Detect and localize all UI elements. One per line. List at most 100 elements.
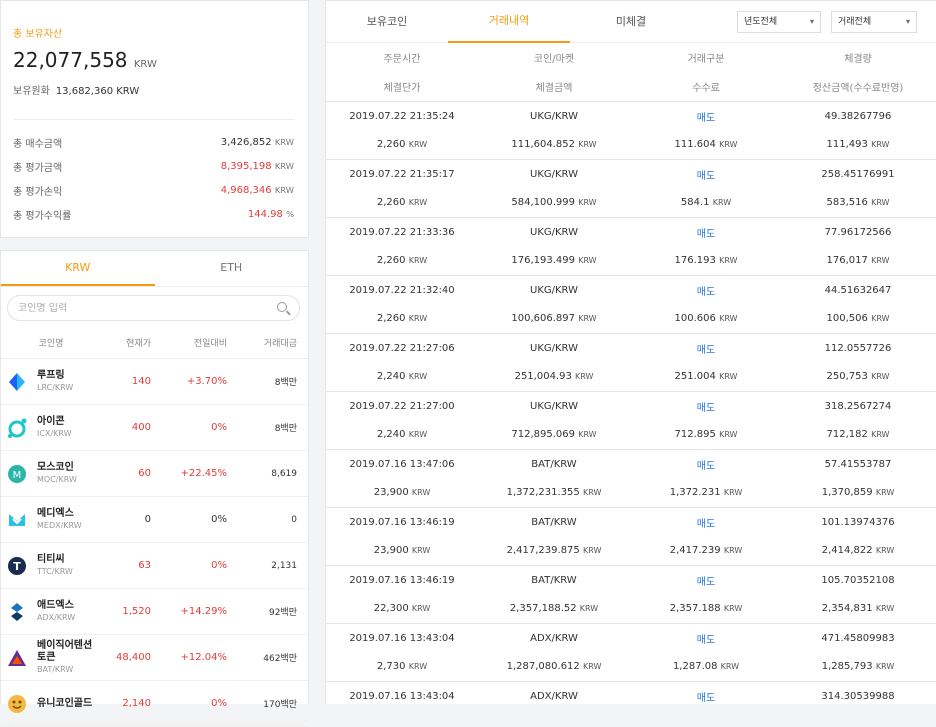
- trade-pair: BAT/KRW: [531, 458, 577, 470]
- trade-amount: 584,100.999 KRW: [478, 197, 630, 208]
- type-filter-select[interactable]: 거래전체: [831, 11, 917, 33]
- trade-settlement-unit: KRW: [875, 662, 895, 671]
- trade-qty: 471.45809983: [821, 632, 895, 644]
- trade-row-top[interactable]: 2019.07.22 21:35:24 UKG/KRW 매도 49.38267796: [326, 101, 936, 130]
- tab-eth[interactable]: ETH: [155, 251, 309, 286]
- trade-row-top[interactable]: 2019.07.22 21:27:06 UKG/KRW 매도 112.0557726: [326, 333, 936, 362]
- trade-fee-value: 176.193: [674, 255, 716, 266]
- trade-row-bottom[interactable]: 2,260 KRW 111,604.852 KRW 111.604 KRW 111,4…: [326, 130, 936, 159]
- coin-search-input[interactable]: [18, 302, 248, 314]
- col-fee: 수수료: [692, 83, 720, 94]
- trade-fee-unit: KRW: [719, 314, 738, 323]
- coin-row[interactable]: 루프링 LRC/KRW 140 +3.70% 8백만: [1, 359, 308, 405]
- coin-row[interactable]: M 모스코인 MOC/KRW 60 +22.45% 8,619: [1, 451, 308, 497]
- trade-row-top[interactable]: 2019.07.22 21:35:17 UKG/KRW 매도 258.45176991: [326, 159, 936, 188]
- year-filter-select[interactable]: 년도전체: [737, 11, 821, 33]
- trade-row-bottom[interactable]: 2,730 KRW 1,287,080.612 KRW 1,287.08 KRW 1,…: [326, 652, 936, 681]
- trade-price-unit: KRW: [408, 140, 428, 149]
- trade-price: 23,900 KRW: [326, 545, 478, 556]
- trade-row-bottom[interactable]: 22,300 KRW 2,357,188.52 KRW 2,357.188 KRW 2…: [326, 594, 936, 623]
- trade-fee-unit: KRW: [719, 372, 738, 381]
- trade-fee: 176.193 KRW: [630, 255, 782, 266]
- col-change[interactable]: 전일대비: [151, 336, 227, 349]
- coin-row[interactable]: 메디엑스 MEDX/KRW 0 0% 0: [1, 497, 308, 543]
- trade-row-top[interactable]: 2019.07.16 13:46:19 BAT/KRW 매도 101.13974376: [326, 507, 936, 536]
- trade-settlement: 2,414,822 KRW: [782, 545, 934, 556]
- trade-price: 2,260 KRW: [326, 313, 478, 324]
- trade-amount-value: 712,895.069: [511, 429, 576, 440]
- trade-row-bottom[interactable]: 2,240 KRW 251,004.93 KRW 251.004 KRW 250,75…: [326, 362, 936, 391]
- coin-row[interactable]: 애드엑스 ADX/KRW 1,520 +14.29% 92백만: [1, 589, 308, 635]
- trade-row-top[interactable]: 2019.07.22 21:33:36 UKG/KRW 매도 77.96172566: [326, 217, 936, 246]
- trade-fee-value: 251.004: [674, 371, 716, 382]
- trade-row-top[interactable]: 2019.07.22 21:27:00 UKG/KRW 매도 318.2567274: [326, 391, 936, 420]
- coin-row[interactable]: 아이콘 ICX/KRW 400 0% 8백만: [1, 405, 308, 451]
- trade-settlement-value: 2,354,831: [821, 603, 873, 614]
- trade-price-value: 22,300: [373, 603, 409, 614]
- trade-row-bottom[interactable]: 2,260 KRW 176,193.499 KRW 176.193 KRW 176,0…: [326, 246, 936, 275]
- trade-row-top[interactable]: 2019.07.16 13:47:06 BAT/KRW 매도 57.41553787: [326, 449, 936, 478]
- trade-time: 2019.07.22 21:35:24: [349, 110, 455, 122]
- col-settlement: 정산금액(수수료반영): [812, 83, 904, 94]
- trade-amount-unit: KRW: [575, 372, 594, 381]
- coin-volume: 462백만: [263, 654, 297, 664]
- trade-row-bottom[interactable]: 23,900 KRW 1,372,231.355 KRW 1,372.231 KRW…: [326, 478, 936, 507]
- coin-row[interactable]: 베이직어텐션토큰 BAT/KRW 48,400 +12.04% 462백만: [1, 635, 308, 681]
- trade-qty: 49.38267796: [824, 110, 892, 122]
- coin-name: 모스코인: [37, 462, 74, 473]
- asset-summary-row: 총 매수금액 3,426,852 KRW: [13, 130, 294, 154]
- trade-settlement-value: 712,182: [826, 429, 868, 440]
- trade-price: 2,260 KRW: [326, 255, 478, 266]
- trade-time: 2019.07.16 13:46:19: [349, 574, 455, 586]
- trade-side: 매도: [696, 112, 716, 124]
- asset-row-number: 4,968,346: [220, 184, 272, 196]
- trade-price: 2,260 KRW: [326, 139, 478, 150]
- trade-amount-value: 100,606.897: [511, 313, 576, 324]
- trade-settlement-unit: KRW: [871, 314, 890, 323]
- col-filled-amount: 체결금액: [535, 83, 573, 94]
- trade-pair: BAT/KRW: [531, 516, 577, 528]
- col-coin-name[interactable]: 코인명: [1, 336, 101, 349]
- coin-change: 0%: [211, 422, 227, 433]
- asset-row-number: 8,395,198: [220, 160, 272, 172]
- coin-row[interactable]: 유니코인골드 2,140 0% 170백만: [1, 681, 308, 727]
- trade-row-top[interactable]: 2019.07.16 13:43:04 ADX/KRW 매도 471.45809983: [326, 623, 936, 652]
- trade-row-bottom[interactable]: 23,900 KRW 2,417,239.875 KRW 2,417.239 KRW…: [326, 536, 936, 565]
- trade-amount: 712,895.069 KRW: [478, 429, 630, 440]
- trade-amount-value: 1,372,231.355: [506, 487, 580, 498]
- trade-row-top[interactable]: 2019.07.16 13:46:19 BAT/KRW 매도 105.70352108: [326, 565, 936, 594]
- trade-fee-unit: KRW: [723, 604, 743, 613]
- trade-amount-unit: KRW: [582, 488, 602, 497]
- col-volume[interactable]: 거래대금: [227, 336, 297, 349]
- trade-price: 2,240 KRW: [326, 429, 478, 440]
- coin-row[interactable]: T 티티씨 TTC/KRW 63 0% 2,131: [1, 543, 308, 589]
- col-price[interactable]: 현재가: [101, 336, 151, 349]
- tab-krw[interactable]: KRW: [1, 251, 155, 286]
- trade-row-bottom[interactable]: 2,260 KRW 100,606.897 KRW 100.606 KRW 100,5…: [326, 304, 936, 333]
- trade-price-value: 23,900: [373, 545, 409, 556]
- trade-price: 2,240 KRW: [326, 371, 478, 382]
- col-order-time: 주문시간: [383, 54, 421, 65]
- trade-price-unit: KRW: [411, 604, 431, 613]
- trade-settlement-unit: KRW: [875, 604, 895, 613]
- trade-settlement-unit: KRW: [875, 546, 895, 555]
- coin-name: 아이콘: [37, 416, 65, 427]
- coin-price: 140: [131, 376, 151, 387]
- trade-row-bottom[interactable]: 2,240 KRW 712,895.069 KRW 712.895 KRW 712,1…: [326, 420, 936, 449]
- trade-row-bottom[interactable]: 2,260 KRW 584,100.999 KRW 584.1 KRW 583,516…: [326, 188, 936, 217]
- trade-amount-unit: KRW: [578, 140, 597, 149]
- trade-pair: UKG/KRW: [530, 284, 578, 296]
- search-icon[interactable]: [277, 302, 287, 312]
- tab-trade-history[interactable]: 거래내역: [448, 1, 570, 43]
- trade-side: 매도: [696, 576, 716, 588]
- trade-fee-unit: KRW: [723, 488, 743, 497]
- trade-row-top[interactable]: 2019.07.16 13:43:04 ADX/KRW 매도 314.30539988: [326, 681, 936, 710]
- coin-change: +14.29%: [180, 606, 227, 617]
- tab-open-orders[interactable]: 미체결: [570, 2, 692, 42]
- tab-holdings[interactable]: 보유코인: [326, 2, 448, 42]
- icon-coin-icon: [7, 418, 27, 438]
- trade-side: 매도: [696, 344, 716, 356]
- trade-qty: 112.0557726: [824, 342, 892, 354]
- trade-settlement: 100,506 KRW: [782, 313, 934, 324]
- trade-row-top[interactable]: 2019.07.22 21:32:40 UKG/KRW 매도 44.51632647: [326, 275, 936, 304]
